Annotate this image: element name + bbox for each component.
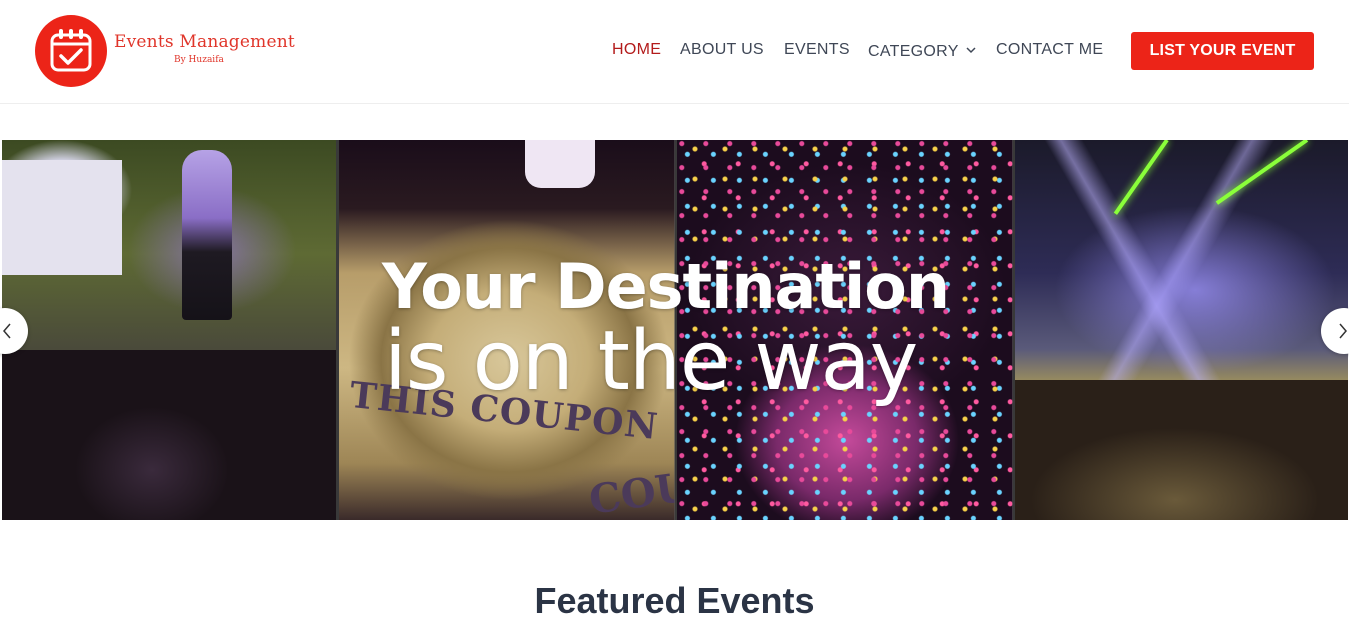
nav-category[interactable]: CATEGORY bbox=[868, 40, 976, 62]
panel-divider bbox=[336, 140, 339, 520]
nav-category-label: CATEGORY bbox=[868, 43, 959, 60]
chevron-right-icon bbox=[1339, 323, 1347, 339]
hero-image-concert bbox=[1015, 140, 1348, 520]
hero-slider: THIS COUPON COU Your Destination is on t… bbox=[2, 140, 1348, 520]
chevron-left-icon bbox=[3, 323, 11, 339]
chevron-down-icon bbox=[966, 40, 976, 60]
featured-events-heading: Featured Events bbox=[534, 580, 815, 621]
site-header: Events Management By Huzaifa HOME ABOUT … bbox=[0, 0, 1349, 104]
hero-subtitle: is on the way bbox=[384, 314, 918, 409]
hero-image-speaker-crowd bbox=[2, 140, 336, 520]
nav-contact-me[interactable]: CONTACT ME bbox=[996, 40, 1103, 60]
ticket-text-2: COU bbox=[586, 463, 675, 520]
nav-home[interactable]: HOME bbox=[612, 40, 661, 60]
panel-divider bbox=[1012, 140, 1015, 520]
nav-events[interactable]: EVENTS bbox=[784, 40, 850, 60]
list-your-event-button[interactable]: LIST YOUR EVENT bbox=[1131, 32, 1314, 70]
nav-about-us[interactable]: ABOUT US bbox=[680, 40, 764, 60]
